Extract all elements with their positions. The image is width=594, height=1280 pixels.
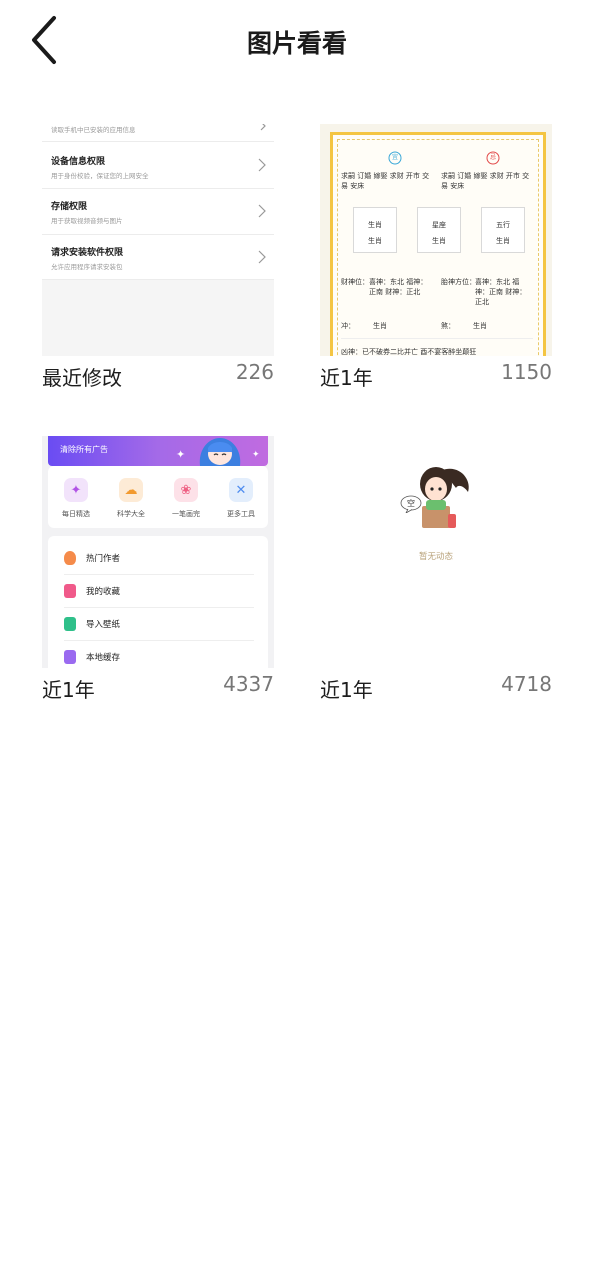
box-title: 星座 [432, 221, 446, 229]
permission-row: 存储权限 用于获取视频音频与图片 [42, 189, 274, 235]
good-badge: 宜 [391, 154, 398, 161]
tool-label: 一笔画完 [172, 510, 200, 518]
top-bar: 图片看看 [0, 0, 594, 84]
fetal-directions: 喜神：东北 福神：正南 财神：正北 [475, 278, 527, 306]
banner-text: 清除所有广告 [60, 445, 108, 454]
album-count: 4337 [223, 672, 274, 696]
album-count: 226 [235, 360, 274, 384]
calendar-frame: 宜 忌 求嗣 订婚 嫁娶 求财 开市 交易 安床 求嗣 订婚 嫁娶 求财 开市 … [330, 132, 546, 356]
constellation-box: 星座 生肖 [417, 207, 461, 253]
wealth-directions: 喜神：东北 福神：正南 财神：正北 [369, 278, 428, 296]
permission-title: 设备信息权限 [51, 157, 106, 167]
box-value: 生肖 [496, 237, 510, 245]
five-elements-box: 五行 生肖 [481, 207, 525, 253]
album-count: 1150 [501, 360, 552, 384]
sparkle-icon: ✦ [176, 448, 186, 461]
bad-badge: 忌 [489, 154, 496, 161]
menu-item-hot-authors[interactable]: 热门作者 [64, 542, 254, 575]
chevron-right-icon [258, 250, 266, 264]
album-thumbnail[interactable]: 空 暂无动态 [320, 436, 552, 668]
promo-banner: 清除所有广告 ✦ ✦ [48, 436, 268, 466]
menu-item-local-cache[interactable]: 本地缓存 [64, 641, 254, 668]
download-icon [64, 617, 76, 631]
anime-character-icon [199, 438, 241, 466]
bottom-note: 凶神：已不破券二比并亡 酉不宴客醉坐颠狂 [341, 348, 477, 356]
album-thumbnail[interactable]: 读取手机中已安装的应用信息 设备信息权限 用于身份校验，保证您的上网安全 存储权… [42, 124, 274, 356]
zodiac-box: 生肖 生肖 [353, 207, 397, 253]
chevron-right-icon [258, 158, 266, 172]
empty-state-text: 暂无动态 [418, 552, 453, 562]
sha-value: 生肖 [473, 322, 487, 330]
sparkle-icon: ✦ [64, 478, 88, 502]
heart-icon [64, 584, 76, 598]
bubble-text: 空 [407, 499, 415, 508]
menu-label: 热门作者 [86, 554, 121, 564]
flame-icon [64, 551, 76, 565]
menu-label: 本地缓存 [86, 653, 121, 663]
permission-subtitle: 读取手机中已安装的应用信息 [51, 126, 136, 134]
album-thumbnail[interactable]: 宜 忌 求嗣 订婚 嫁娶 求财 开市 交易 安床 求嗣 订婚 嫁娶 求财 开市 … [320, 124, 552, 356]
wrench-icon: ✕ [229, 478, 253, 502]
box-title: 五行 [496, 221, 510, 229]
permission-subtitle: 用于获取视频音频与图片 [51, 217, 123, 225]
good-activities: 求嗣 订婚 嫁娶 求财 开市 交易 安床 [341, 172, 430, 190]
sha-label: 煞： [441, 322, 455, 330]
permission-subtitle: 用于身份校验，保证您的上网安全 [51, 172, 149, 180]
tool-science[interactable]: ☁ 科学大全 [106, 478, 156, 519]
tools-card: ✦ 每日精选 ☁ 科学大全 ❀ 一笔画完 ✕ 更多工具 [48, 466, 268, 528]
menu-card: 热门作者 我的收藏 导入壁纸 本地缓存 [48, 536, 268, 668]
tool-more[interactable]: ✕ 更多工具 [216, 478, 266, 519]
tool-label: 更多工具 [227, 510, 255, 518]
chevron-right-icon [258, 204, 266, 218]
permission-row: 设备信息权限 用于身份校验，保证您的上网安全 [42, 142, 274, 189]
chevron-right-icon [260, 124, 266, 131]
paw-icon: ❀ [174, 478, 198, 502]
menu-label: 导入壁纸 [86, 620, 121, 630]
chong-label: 冲： [341, 322, 355, 330]
menu-label: 我的收藏 [86, 587, 121, 597]
sparkle-icon: ✦ [252, 450, 260, 460]
tool-daily-picks[interactable]: ✦ 每日精选 [51, 478, 101, 519]
cloud-icon: ☁ [119, 478, 143, 502]
menu-item-favorites[interactable]: 我的收藏 [64, 575, 254, 608]
album-thumbnail[interactable]: 清除所有广告 ✦ ✦ ✦ 每日精选 ☁ 科学大全 ❀ 一笔画完 ✕ 更多工具 热… [42, 436, 274, 668]
permission-title: 请求安装软件权限 [51, 248, 124, 258]
album-name: 近1年 [320, 366, 373, 390]
album-name: 最近修改 [42, 366, 122, 390]
tool-label: 每日精选 [62, 510, 90, 518]
box-value: 生肖 [368, 237, 382, 245]
tool-label: 科学大全 [117, 510, 145, 518]
fetal-label: 胎神方位： [441, 278, 476, 286]
bad-activities: 求嗣 订婚 嫁娶 求财 开市 交易 安床 [441, 172, 530, 190]
permission-row: 读取手机中已安装的应用信息 [42, 124, 274, 142]
album-name: 近1年 [42, 678, 95, 702]
box-value: 生肖 [432, 237, 446, 245]
permission-title: 存储权限 [51, 202, 88, 212]
chong-value: 生肖 [373, 322, 387, 330]
page-title: 图片看看 [246, 29, 347, 58]
album-count: 4718 [501, 672, 552, 696]
tool-one-stroke[interactable]: ❀ 一笔画完 [161, 478, 211, 519]
menu-item-import-wallpaper[interactable]: 导入壁纸 [64, 608, 254, 641]
permission-subtitle: 允许应用程序请求安装包 [51, 263, 123, 271]
box-title: 生肖 [368, 221, 382, 229]
permission-row: 请求安装软件权限 允许应用程序请求安装包 [42, 235, 274, 280]
phone-icon [64, 650, 76, 664]
wealth-label: 财神位： [341, 278, 369, 286]
album-name: 近1年 [320, 678, 373, 702]
